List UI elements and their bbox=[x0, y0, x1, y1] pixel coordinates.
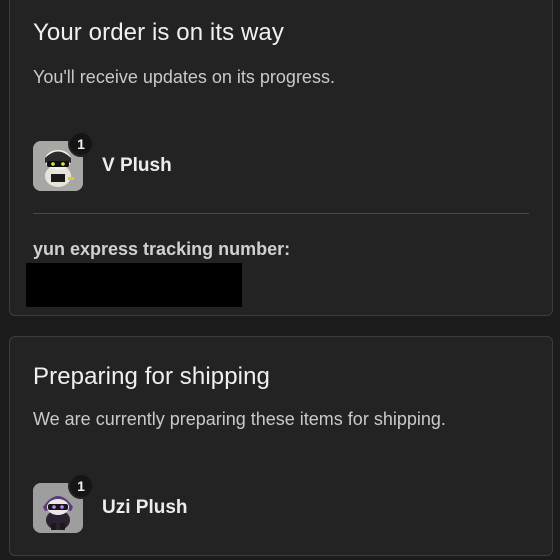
divider bbox=[33, 213, 529, 214]
order-item[interactable]: 1 V Plush bbox=[33, 131, 333, 193]
quantity-badge: 1 bbox=[68, 131, 94, 157]
order-preparing-card: Preparing for shipping We are currently … bbox=[9, 336, 553, 556]
card-title: Preparing for shipping bbox=[33, 363, 271, 390]
item-name: Uzi Plush bbox=[102, 497, 188, 518]
item-name: V Plush bbox=[102, 155, 172, 176]
order-shipped-card: Your order is on its way You'll receive … bbox=[9, 0, 553, 316]
quantity-badge: 1 bbox=[68, 473, 94, 499]
tracking-label: yun express tracking number: bbox=[33, 239, 291, 259]
redacted-tracking-number bbox=[26, 263, 242, 307]
card-subtitle: We are currently preparing these items f… bbox=[33, 409, 446, 429]
order-item[interactable]: 1 Uzi Plush bbox=[33, 473, 333, 535]
card-title: Your order is on its way bbox=[33, 19, 284, 46]
card-subtitle: You'll receive updates on its progress. bbox=[33, 67, 335, 87]
